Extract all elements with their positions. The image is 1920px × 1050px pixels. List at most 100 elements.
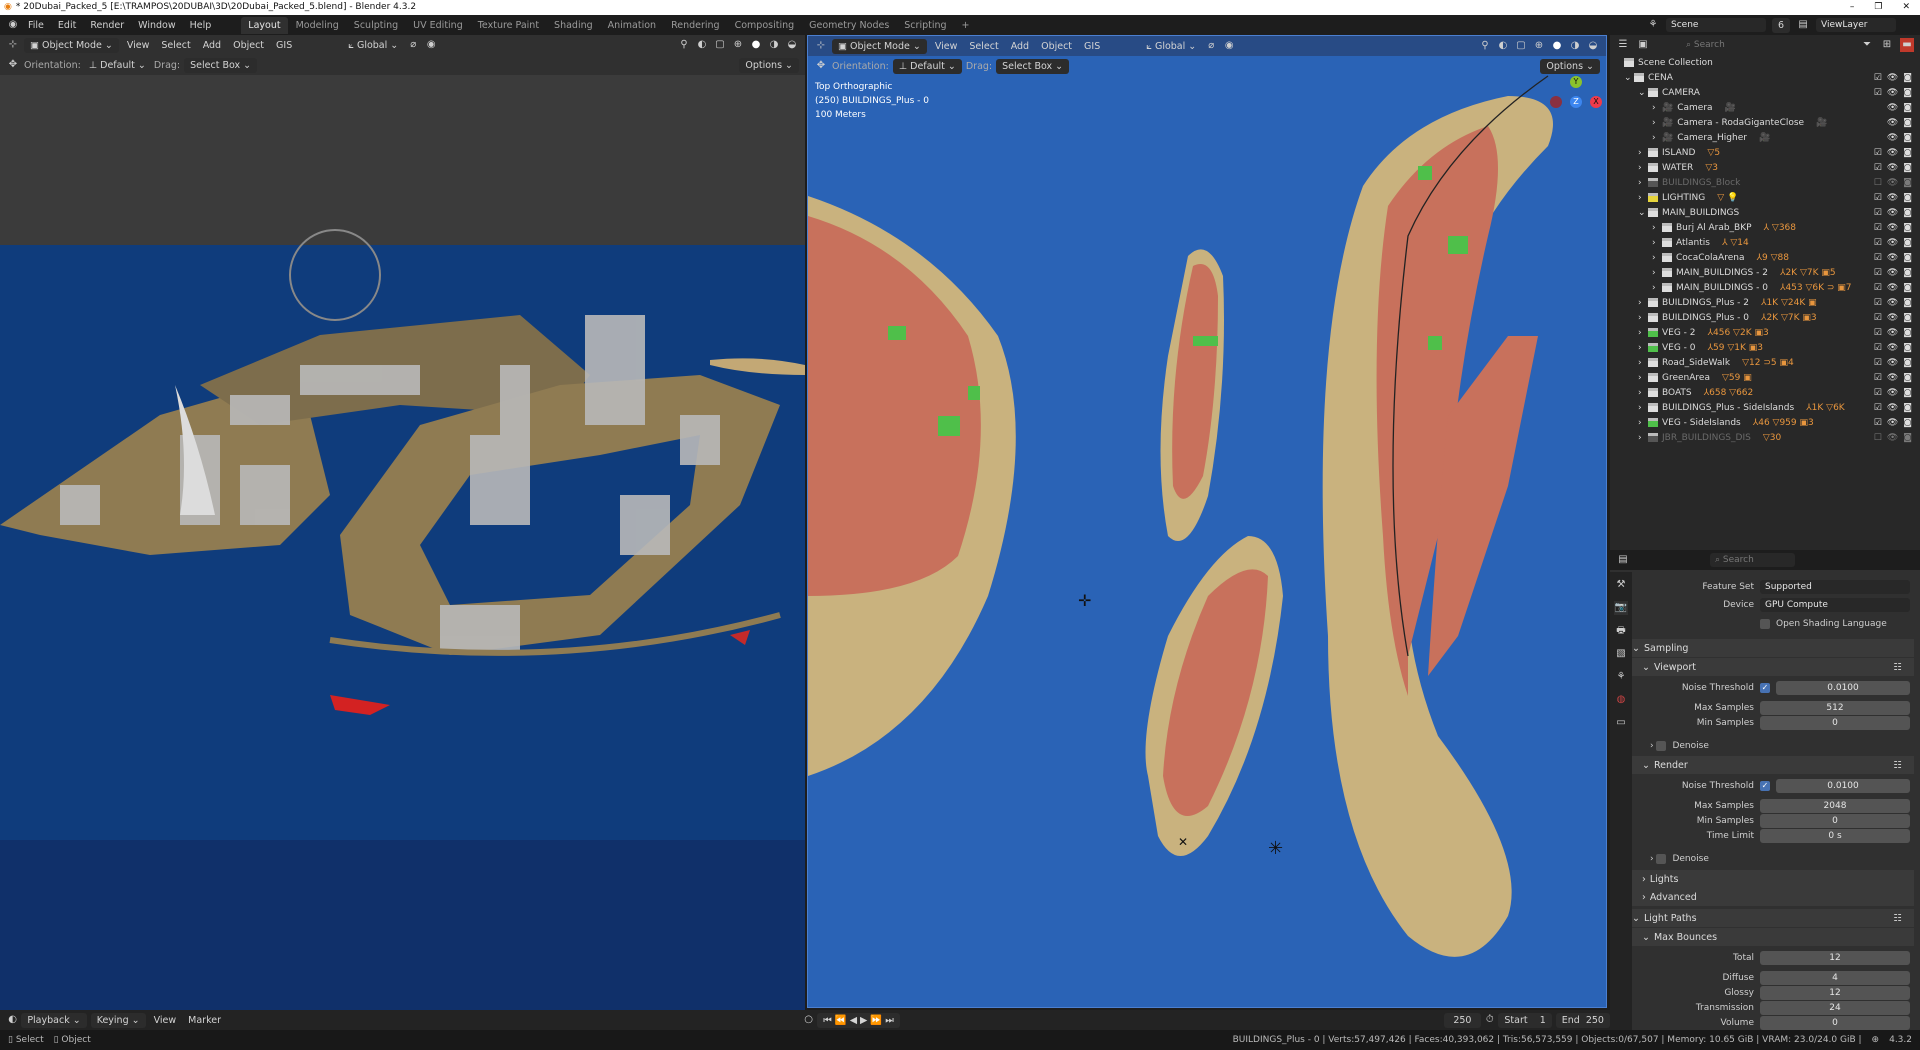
display-mode-icon[interactable]: ☰ (1616, 38, 1630, 52)
eye-icon[interactable]: 👁 (1887, 223, 1898, 233)
workspace-tab-compositing[interactable]: Compositing (728, 17, 802, 34)
render-camera-icon[interactable]: ◙ (1903, 403, 1912, 413)
render-camera-icon[interactable]: ◙ (1903, 253, 1912, 263)
r-denoise-row[interactable]: › Denoise (1650, 851, 1910, 867)
osl-row[interactable]: Open Shading Language (1640, 616, 1910, 632)
eye-icon[interactable]: 👁 (1887, 133, 1898, 143)
outliner-row[interactable]: › WATER ▽3 ☑ 👁 ◙ (1610, 160, 1920, 175)
eye-icon[interactable]: 👁 (1887, 118, 1898, 128)
outliner-row[interactable]: › CocaColaArena ⅄9 ▽88 ☑ 👁 ◙ (1610, 250, 1920, 265)
snap-icon[interactable]: ⌀ (406, 38, 420, 52)
vp-max-samples-field[interactable]: 512 (1760, 701, 1910, 715)
bounce-glossy-field[interactable]: 12 (1760, 986, 1910, 1000)
exclude-checkbox[interactable]: ☑ (1874, 223, 1882, 233)
render-camera-icon[interactable]: ◙ (1903, 133, 1912, 143)
eye-icon[interactable]: 👁 (1887, 253, 1898, 263)
drag-dropdown[interactable]: Select Box ⌄ (996, 58, 1070, 74)
outliner-row[interactable]: › BUILDINGS_Block ☐ 👁 ◙ (1610, 175, 1920, 190)
visibility-toggles[interactable]: ☑ 👁 ◙ (1874, 418, 1912, 428)
vp-min-samples-field[interactable]: 0 (1760, 716, 1910, 730)
outliner-row[interactable]: › Atlantis ⅄ ▽14 ☑ 👁 ◙ (1610, 235, 1920, 250)
menu-add[interactable]: Add (1007, 39, 1033, 54)
outliner-search[interactable]: ⌕ Search (1681, 38, 1766, 52)
sampling-panel[interactable]: ⌄ Sampling (1632, 639, 1914, 657)
expand-closed-icon[interactable]: › (1638, 388, 1648, 398)
proportional-icon[interactable]: ◉ (1222, 39, 1236, 53)
render-subpanel[interactable]: ⌄ Render ☷ (1632, 756, 1914, 774)
exclude-checkbox[interactable]: ☑ (1874, 328, 1882, 338)
render-camera-icon[interactable]: ◙ (1903, 268, 1912, 278)
marker-menu[interactable]: Marker (184, 1013, 225, 1028)
playback-controls[interactable]: ⏮ ⏪ ◀ ▶ ⏩ ⏭ (817, 1012, 900, 1028)
time-limit-field[interactable]: 0 s (1760, 829, 1910, 843)
render-camera-icon[interactable]: ◙ (1903, 193, 1912, 203)
light-paths-panel[interactable]: ⌄ Light Paths ☷ (1632, 909, 1914, 927)
exclude-checkbox[interactable]: ☑ (1874, 388, 1882, 398)
outliner-row[interactable]: › MAIN_BUILDINGS - 2 ⅄2K ▽7K ▣5 ☑ 👁 ◙ (1610, 265, 1920, 280)
bounce-volume-field[interactable]: 0 (1760, 1016, 1910, 1030)
scene-collection-row[interactable]: Scene Collection (1610, 55, 1920, 70)
render-camera-icon[interactable]: ◙ (1903, 328, 1912, 338)
outliner-row[interactable]: › MAIN_BUILDINGS - 0 ⅄453 ▽6K ⊃ ▣7 ☑ 👁 ◙ (1610, 280, 1920, 295)
outliner-row[interactable]: › VEG - SideIslands ⅄46 ▽959 ▣3 ☑ 👁 ◙ (1610, 415, 1920, 430)
xray-icon[interactable]: ▢ (1514, 39, 1528, 53)
visibility-toggles[interactable]: ☑ 👁 ◙ (1874, 223, 1912, 233)
visibility-toggles[interactable]: 👁 ◙ (1887, 103, 1912, 113)
eye-icon[interactable]: 👁 (1887, 403, 1898, 413)
workspace-tab-uv-editing[interactable]: UV Editing (406, 17, 470, 34)
scene-users[interactable]: 6 (1772, 17, 1791, 33)
r-noise-field[interactable]: 0.0100 (1776, 779, 1910, 793)
preset-icon[interactable]: ☷ (1893, 662, 1914, 673)
exclude-checkbox[interactable]: ☑ (1874, 193, 1882, 203)
expand-closed-icon[interactable]: › (1652, 253, 1662, 263)
close-button[interactable]: ✕ (1902, 0, 1910, 15)
expand-open-icon[interactable]: ⌄ (1638, 208, 1648, 218)
exclude-checkbox[interactable]: ☑ (1874, 373, 1882, 383)
output-tab-icon[interactable]: 🖶 (1614, 624, 1628, 638)
visibility-toggles[interactable]: ☑ 👁 ◙ (1874, 283, 1912, 293)
visibility-toggles[interactable]: ☑ 👁 ◙ (1874, 268, 1912, 278)
auto-keying-icon[interactable]: ○ (804, 1013, 813, 1027)
xray-icon[interactable]: ▢ (713, 38, 727, 52)
eye-icon[interactable]: 👁 (1887, 193, 1898, 203)
expand-closed-icon[interactable]: › (1638, 148, 1648, 158)
menu-add[interactable]: Add (199, 38, 225, 53)
visibility-toggles[interactable]: ☑ 👁 ◙ (1874, 148, 1912, 158)
menu-render[interactable]: Render (84, 18, 130, 33)
visibility-toggles[interactable]: ☑ 👁 ◙ (1874, 163, 1912, 173)
render-camera-icon[interactable]: ◙ (1903, 418, 1912, 428)
expand-closed-icon[interactable]: › (1652, 268, 1662, 278)
visibility-toggles[interactable]: ☐ 👁 ◙ (1874, 178, 1912, 188)
expand-closed-icon[interactable]: › (1638, 163, 1648, 173)
expand-open-icon[interactable]: ⌄ (1624, 73, 1634, 83)
vp-noise-field[interactable]: 0.0100 (1776, 681, 1910, 695)
exclude-checkbox[interactable]: ☐ (1874, 178, 1882, 188)
outliner-row[interactable]: › BUILDINGS_Plus - 2 ⅄1K ▽24K ▣ ☑ 👁 ◙ (1610, 295, 1920, 310)
menu-object[interactable]: Object (1037, 39, 1076, 54)
outliner-row[interactable]: › 🎥 Camera 🎥 👁 ◙ (1610, 100, 1920, 115)
render-camera-icon[interactable]: ◙ (1903, 223, 1912, 233)
minimize-button[interactable]: – (1850, 0, 1855, 15)
render-camera-icon[interactable]: ◙ (1903, 358, 1912, 368)
menu-select[interactable]: Select (157, 38, 194, 53)
viewport-top-ortho[interactable]: ✛ ✕ ✳ ⊹ ▣ Object Mode ⌄ View Select Add … (807, 35, 1607, 1008)
render-tab-icon[interactable]: 📷 (1614, 601, 1628, 615)
viewlayer-icon[interactable]: ▤ (1796, 18, 1810, 32)
render-camera-icon[interactable]: ◙ (1903, 73, 1912, 83)
workspace-tab-sculpting[interactable]: Sculpting (347, 17, 405, 34)
snap-icon[interactable]: ⌀ (1204, 39, 1218, 53)
mode-dropdown[interactable]: ▣ Object Mode ⌄ (832, 38, 927, 54)
device-dropdown[interactable]: GPU Compute (1760, 598, 1910, 612)
shading-solid-icon[interactable]: ● (1550, 39, 1564, 53)
outliner-row[interactable]: › GreenArea ▽59 ▣ ☑ 👁 ◙ (1610, 370, 1920, 385)
shading-solid-icon[interactable]: ● (749, 38, 763, 52)
eye-icon[interactable]: 👁 (1887, 103, 1898, 113)
orientation-dropdown[interactable]: ⊥ Default ⌄ (85, 58, 150, 73)
move-tool-icon[interactable]: ✥ (6, 58, 20, 72)
visibility-toggles[interactable]: ☑ 👁 ◙ (1874, 238, 1912, 248)
render-camera-icon[interactable]: ◙ (1903, 373, 1912, 383)
feature-set-dropdown[interactable]: Supported (1760, 580, 1910, 594)
orientation-dropdown[interactable]: ⊥ Default ⌄ (892, 58, 962, 74)
visibility-toggles[interactable]: ☑ 👁 ◙ (1874, 313, 1912, 323)
expand-closed-icon[interactable]: › (1638, 433, 1648, 443)
